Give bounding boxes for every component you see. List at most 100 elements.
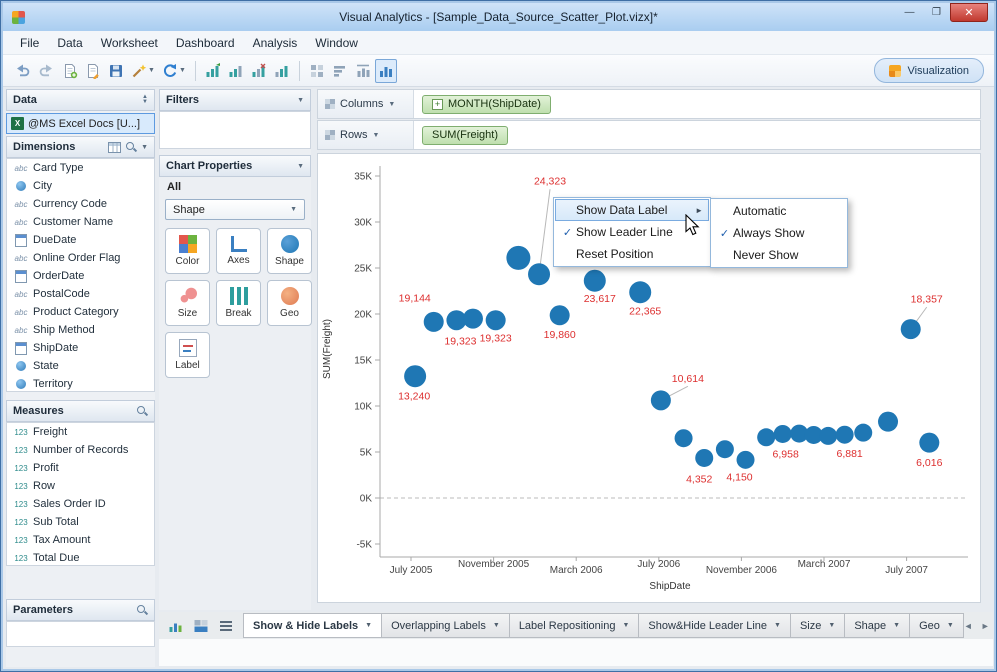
menu-item[interactable]: Analysis bbox=[244, 33, 307, 53]
chevron-down-icon[interactable]: ▼ bbox=[141, 144, 148, 151]
data-point[interactable] bbox=[423, 311, 444, 332]
insert-chart-button[interactable] bbox=[202, 59, 224, 83]
worksheet-tab[interactable]: Geo ▼ bbox=[910, 613, 964, 638]
rows-pill[interactable]: SUM(Freight) bbox=[422, 125, 509, 145]
new-worksheet-tab-button[interactable] bbox=[165, 614, 187, 638]
dimension-item[interactable]: Card Type bbox=[7, 159, 154, 177]
data-label[interactable]: 22,365 bbox=[629, 306, 661, 318]
measure-item[interactable]: Sales Order ID bbox=[7, 495, 154, 513]
data-label[interactable]: 6,016 bbox=[916, 457, 942, 469]
chevron-down-icon[interactable]: ▼ bbox=[297, 97, 304, 104]
dimension-item[interactable]: ShipDate bbox=[7, 339, 154, 357]
data-point[interactable] bbox=[878, 411, 899, 432]
data-label[interactable]: 6,881 bbox=[837, 448, 863, 460]
data-point[interactable] bbox=[919, 432, 940, 453]
data-label[interactable]: 19,860 bbox=[544, 329, 576, 341]
tab-dropdown-icon[interactable]: ▼ bbox=[622, 622, 629, 629]
fit-chart-button[interactable] bbox=[352, 59, 374, 83]
data-label[interactable]: 19,323 bbox=[480, 333, 512, 345]
tab-dropdown-icon[interactable]: ▼ bbox=[893, 622, 900, 629]
property-button[interactable]: Break bbox=[216, 280, 261, 326]
filters-header[interactable]: Filters ▼ bbox=[159, 89, 311, 111]
chart-plain-button[interactable] bbox=[271, 59, 293, 83]
measure-item[interactable]: Number of Records bbox=[7, 441, 154, 459]
context-submenu-item[interactable]: ✓ Never Show bbox=[712, 244, 846, 266]
property-button[interactable]: Size bbox=[165, 280, 210, 326]
dimension-item[interactable]: Customer Name bbox=[7, 213, 154, 231]
data-source-item[interactable]: X @MS Excel Docs [U...] bbox=[6, 113, 155, 134]
data-label[interactable]: 19,323 bbox=[444, 336, 476, 348]
worksheet-tab[interactable]: Size ▼ bbox=[790, 613, 846, 638]
menu-item[interactable]: File bbox=[11, 33, 48, 53]
worksheet-tab[interactable]: Show&Hide Leader Line ▼ bbox=[639, 613, 791, 638]
worksheet-tab[interactable]: Overlapping Labels ▼ bbox=[382, 613, 510, 638]
format-dropdown-icon[interactable]: ▼ bbox=[148, 67, 155, 74]
new-dashboard-tab-button[interactable] bbox=[190, 614, 212, 638]
data-point[interactable] bbox=[773, 424, 792, 443]
dimension-item[interactable]: City bbox=[7, 177, 154, 195]
tab-dropdown-icon[interactable]: ▼ bbox=[774, 622, 781, 629]
data-label[interactable]: 4,150 bbox=[726, 471, 752, 483]
tab-dropdown-icon[interactable]: ▼ bbox=[828, 622, 835, 629]
dimension-item[interactable]: OrderDate bbox=[7, 267, 154, 285]
data-point[interactable] bbox=[819, 426, 838, 445]
sort-toggle-icon[interactable]: ▲ ▼ bbox=[142, 94, 148, 105]
data-label[interactable]: 10,614 bbox=[672, 373, 704, 385]
parameters-list[interactable] bbox=[6, 621, 155, 647]
data-label[interactable]: 19,144 bbox=[399, 292, 431, 304]
search-icon[interactable] bbox=[136, 604, 148, 616]
dimension-item[interactable]: PostalCode bbox=[7, 285, 154, 303]
visualization-toggle[interactable]: Visualization bbox=[874, 58, 984, 83]
worksheet-tab[interactable]: Label Repositioning ▼ bbox=[509, 613, 640, 638]
expand-icon[interactable]: + bbox=[432, 98, 443, 110]
data-point[interactable] bbox=[404, 365, 427, 388]
measure-item[interactable]: Row bbox=[7, 477, 154, 495]
property-button[interactable]: Color bbox=[165, 228, 210, 274]
close-button[interactable]: ✕ bbox=[950, 3, 988, 22]
search-icon[interactable] bbox=[125, 141, 137, 153]
menu-item[interactable]: Data bbox=[48, 33, 91, 53]
tab-dropdown-icon[interactable]: ▼ bbox=[947, 622, 954, 629]
property-button[interactable]: Geo bbox=[267, 280, 312, 326]
columns-shelf-button[interactable]: Columns ▼ bbox=[318, 90, 414, 118]
menu-item[interactable]: Window bbox=[306, 33, 367, 53]
tab-scroll-left-button[interactable]: ◄ bbox=[964, 621, 973, 631]
data-label[interactable]: 4,352 bbox=[686, 473, 712, 485]
dimension-item[interactable]: State bbox=[7, 357, 154, 375]
chart-grid-button[interactable] bbox=[225, 59, 247, 83]
data-point[interactable] bbox=[674, 429, 693, 448]
rows-shelf-button[interactable]: Rows ▼ bbox=[318, 121, 414, 149]
context-submenu-item[interactable]: ✓ Always Show bbox=[712, 222, 846, 244]
tab-scroll-right-button[interactable]: ► bbox=[981, 621, 990, 631]
data-point[interactable] bbox=[462, 308, 483, 329]
property-button[interactable]: Label bbox=[165, 332, 210, 378]
dimension-item[interactable]: DueDate bbox=[7, 231, 154, 249]
columns-pill[interactable]: + MONTH(ShipDate) bbox=[422, 94, 551, 114]
data-point[interactable] bbox=[757, 428, 776, 447]
undo-button[interactable] bbox=[11, 59, 34, 83]
dimension-item[interactable]: Territory bbox=[7, 375, 154, 391]
data-point[interactable] bbox=[695, 448, 714, 467]
data-point[interactable] bbox=[650, 390, 671, 411]
sort-bars-button[interactable] bbox=[329, 59, 351, 83]
worksheet-list-button[interactable] bbox=[215, 614, 237, 638]
dimension-item[interactable]: Ship Method bbox=[7, 321, 154, 339]
grid-view-button[interactable] bbox=[306, 59, 328, 83]
measure-item[interactable]: Freight bbox=[7, 423, 154, 441]
search-icon[interactable] bbox=[136, 405, 148, 417]
parameters-header[interactable]: Parameters bbox=[6, 599, 155, 621]
data-point[interactable] bbox=[506, 245, 531, 270]
minimize-button[interactable]: — bbox=[896, 3, 923, 22]
chart-type-select[interactable]: Shape ▼ bbox=[165, 199, 305, 220]
chevron-down-icon[interactable]: ▼ bbox=[297, 163, 304, 170]
table-icon[interactable] bbox=[108, 141, 122, 153]
context-submenu-item[interactable]: ✓ Automatic bbox=[712, 200, 846, 222]
save-button[interactable] bbox=[105, 59, 127, 83]
dimension-item[interactable]: Online Order Flag bbox=[7, 249, 154, 267]
measure-item[interactable]: Tax Amount bbox=[7, 531, 154, 549]
data-panel-header[interactable]: Data ▲ ▼ bbox=[6, 89, 155, 111]
data-point[interactable] bbox=[835, 425, 854, 444]
data-label[interactable]: 18,357 bbox=[911, 294, 943, 306]
redo-button[interactable] bbox=[35, 59, 58, 83]
format-button[interactable]: ▼ bbox=[128, 59, 158, 83]
